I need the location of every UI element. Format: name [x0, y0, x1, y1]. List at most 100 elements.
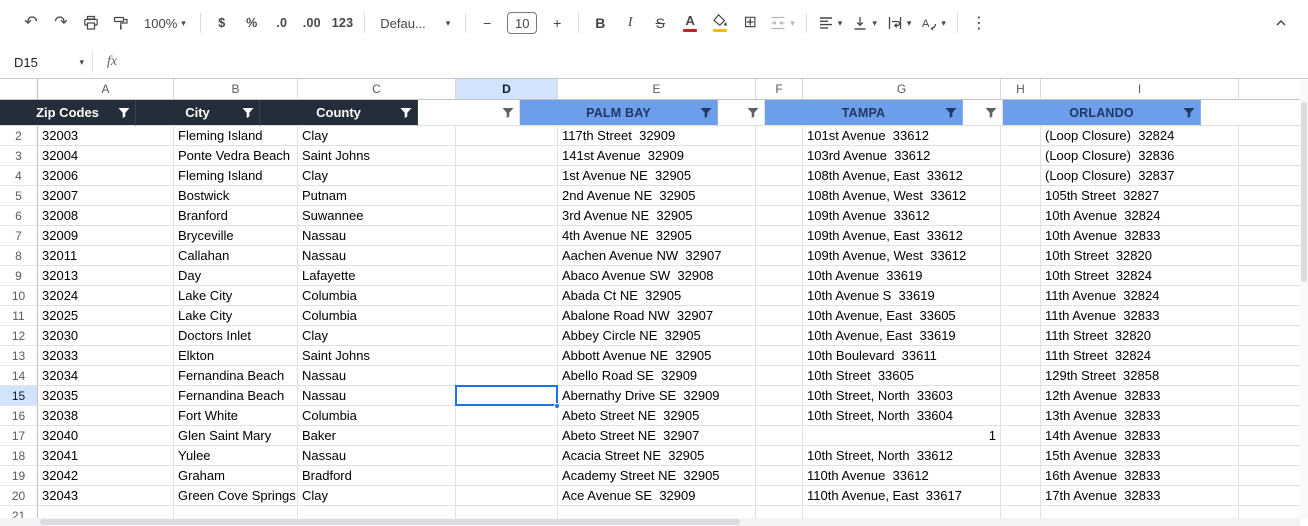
cell-G19[interactable]: 110th Avenue 33612 [803, 466, 1001, 486]
row-header-19[interactable]: 19 [0, 466, 38, 486]
cell-I3[interactable]: (Loop Closure) 32836 [1041, 146, 1239, 166]
cell-G21[interactable] [803, 506, 1001, 518]
cell-D12[interactable] [456, 326, 558, 346]
cell-I6[interactable]: 10th Avenue 32824 [1041, 206, 1239, 226]
cell-D18[interactable] [456, 446, 558, 466]
column-header-D[interactable]: D [456, 79, 558, 100]
cell-A8[interactable]: 32011 [38, 246, 174, 266]
cell-D5[interactable] [456, 186, 558, 206]
row-header-7[interactable]: 7 [0, 226, 38, 246]
cell-A19[interactable]: 32042 [38, 466, 174, 486]
cell-B21[interactable] [174, 506, 298, 518]
row-header-5[interactable]: 5 [0, 186, 38, 206]
collapse-toolbar-button[interactable] [1268, 9, 1294, 37]
undo-button[interactable]: ↶ [18, 9, 44, 37]
increase-font-size-button[interactable]: + [544, 9, 570, 37]
cell-A13[interactable]: 32033 [38, 346, 174, 366]
name-box[interactable]: D15 ▾ [0, 46, 92, 78]
cell-A15[interactable]: 32035 [38, 386, 174, 406]
cell-C6[interactable]: Suwannee [298, 206, 456, 226]
cell-D21[interactable] [456, 506, 558, 518]
zoom-select[interactable]: 100% ▾ [138, 9, 192, 37]
row-header-14[interactable]: 14 [0, 366, 38, 386]
filter-icon[interactable] [1183, 107, 1195, 118]
font-size-input[interactable]: 10 [507, 12, 538, 34]
cell-F18[interactable] [756, 446, 803, 466]
cell-G20[interactable]: 110th Avenue, East 33617 [803, 486, 1001, 506]
cell-G16[interactable]: 10th Street, North 33604 [803, 406, 1001, 426]
cell-B14[interactable]: Fernandina Beach [174, 366, 298, 386]
row-header-15[interactable]: 15 [0, 386, 38, 406]
cell-H13[interactable] [1001, 346, 1041, 366]
cell-G18[interactable]: 10th Street, North 33612 [803, 446, 1001, 466]
cell-B6[interactable]: Branford [174, 206, 298, 226]
cell-F17[interactable] [756, 426, 803, 446]
decrease-font-size-button[interactable]: − [474, 9, 500, 37]
header-cell-B1[interactable]: City [136, 100, 260, 126]
column-header-A[interactable]: A [38, 79, 174, 100]
cell-H3[interactable] [1001, 146, 1041, 166]
cell-D13[interactable] [456, 346, 558, 366]
cell-A4[interactable]: 32006 [38, 166, 174, 186]
cell-G7[interactable]: 109th Avenue, East 33612 [803, 226, 1001, 246]
cell-D2[interactable] [456, 126, 558, 146]
cell-F2[interactable] [756, 126, 803, 146]
cell-E21[interactable] [558, 506, 756, 518]
cell-F21[interactable] [756, 506, 803, 518]
vertical-scrollbar-thumb[interactable] [1301, 102, 1307, 282]
cell-C4[interactable]: Clay [298, 166, 456, 186]
print-button[interactable] [78, 9, 104, 37]
cell-H12[interactable] [1001, 326, 1041, 346]
text-rotation-button[interactable]: A ▾ [918, 9, 949, 37]
cell-A21[interactable] [38, 506, 174, 518]
cell-I20[interactable]: 17th Avenue 32833 [1041, 486, 1239, 506]
horizontal-scrollbar-thumb[interactable] [40, 519, 740, 525]
cell-F16[interactable] [756, 406, 803, 426]
row-header-21[interactable]: 21 [0, 506, 38, 518]
cell-E2[interactable]: 117th Street 32909 [558, 126, 756, 146]
cell-G14[interactable]: 10th Street 33605 [803, 366, 1001, 386]
cell-I13[interactable]: 11th Street 32824 [1041, 346, 1239, 366]
cell-C14[interactable]: Nassau [298, 366, 456, 386]
cell-A2[interactable]: 32003 [38, 126, 174, 146]
row-header-2[interactable]: 2 [0, 126, 38, 146]
cell-C8[interactable]: Nassau [298, 246, 456, 266]
cell-B12[interactable]: Doctors Inlet [174, 326, 298, 346]
cell-I7[interactable]: 10th Avenue 32833 [1041, 226, 1239, 246]
cell-I2[interactable]: (Loop Closure) 32824 [1041, 126, 1239, 146]
number-format-button[interactable]: 123 [329, 9, 356, 37]
row-header-10[interactable]: 10 [0, 286, 38, 306]
cell-C19[interactable]: Bradford [298, 466, 456, 486]
cell-B16[interactable]: Fort White [174, 406, 298, 426]
cell-E7[interactable]: 4th Avenue NE 32905 [558, 226, 756, 246]
cell-F13[interactable] [756, 346, 803, 366]
filter-icon[interactable] [242, 107, 254, 118]
text-wrap-button[interactable]: ▾ [884, 9, 915, 37]
cell-A3[interactable]: 32004 [38, 146, 174, 166]
cell-G8[interactable]: 109th Avenue, West 33612 [803, 246, 1001, 266]
cell-G6[interactable]: 109th Avenue 33612 [803, 206, 1001, 226]
cell-G15[interactable]: 10th Street, North 33603 [803, 386, 1001, 406]
bold-button[interactable]: B [587, 9, 613, 37]
cell-B7[interactable]: Bryceville [174, 226, 298, 246]
cell-I10[interactable]: 11th Avenue 32824 [1041, 286, 1239, 306]
cell-I5[interactable]: 105th Street 32827 [1041, 186, 1239, 206]
row-header-11[interactable]: 11 [0, 306, 38, 326]
row-header-3[interactable]: 3 [0, 146, 38, 166]
row-header-12[interactable]: 12 [0, 326, 38, 346]
cell-C15[interactable]: Nassau [298, 386, 456, 406]
cell-F6[interactable] [756, 206, 803, 226]
cell-C16[interactable]: Columbia [298, 406, 456, 426]
cell-A10[interactable]: 32024 [38, 286, 174, 306]
cell-B18[interactable]: Yulee [174, 446, 298, 466]
cell-C5[interactable]: Putnam [298, 186, 456, 206]
row-header-9[interactable]: 9 [0, 266, 38, 286]
cell-E6[interactable]: 3rd Avenue NE 32905 [558, 206, 756, 226]
cell-E13[interactable]: Abbott Avenue NE 32905 [558, 346, 756, 366]
column-header-E[interactable]: E [558, 79, 756, 100]
cell-H21[interactable] [1001, 506, 1041, 518]
cell-C7[interactable]: Nassau [298, 226, 456, 246]
fill-color-button[interactable] [707, 9, 733, 37]
select-all-corner[interactable] [0, 79, 38, 100]
cell-H7[interactable] [1001, 226, 1041, 246]
